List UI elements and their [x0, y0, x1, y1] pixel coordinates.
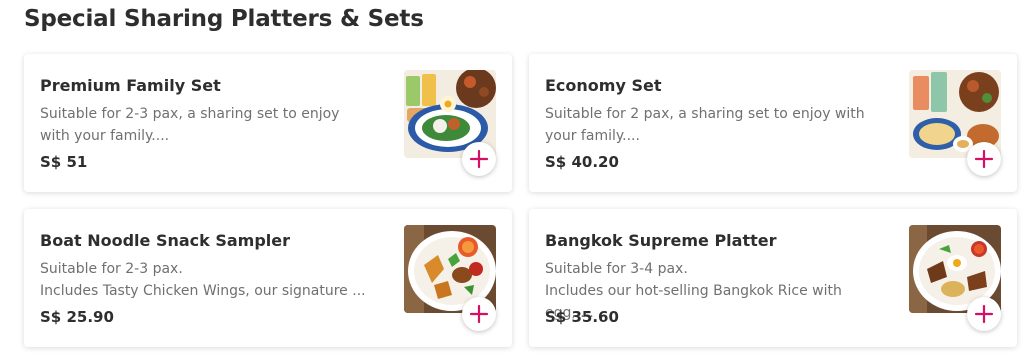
add-to-cart-button[interactable] [462, 297, 496, 331]
menu-item-name: Premium Family Set [40, 76, 221, 95]
plus-icon [974, 304, 994, 324]
plus-icon [974, 149, 994, 169]
menu-item-name: Bangkok Supreme Platter [545, 231, 777, 250]
section-title: Special Sharing Platters & Sets [24, 6, 424, 32]
add-to-cart-button[interactable] [967, 297, 1001, 331]
menu-item-card[interactable]: Bangkok Supreme Platter Suitable for 3-4… [529, 209, 1017, 347]
add-to-cart-button[interactable] [462, 142, 496, 176]
menu-item-name: Economy Set [545, 76, 662, 95]
menu-item-price: S$ 35.60 [545, 308, 619, 326]
menu-item-card[interactable]: Premium Family Set Suitable for 2-3 pax,… [24, 54, 512, 192]
plus-icon [469, 304, 489, 324]
add-to-cart-button[interactable] [967, 142, 1001, 176]
menu-item-price: S$ 40.20 [545, 153, 619, 171]
menu-item-grid: Premium Family Set Suitable for 2-3 pax,… [24, 54, 1017, 347]
menu-item-description: Suitable for 2-3 pax. Includes Tasty Chi… [40, 261, 366, 299]
menu-item-name: Boat Noodle Snack Sampler [40, 231, 291, 250]
plus-icon [469, 149, 489, 169]
menu-item-card[interactable]: Boat Noodle Snack Sampler Suitable for 2… [24, 209, 512, 347]
menu-item-card[interactable]: Economy Set Suitable for 2 pax, a sharin… [529, 54, 1017, 192]
menu-item-description: Suitable for 2 pax, a sharing set to enj… [545, 106, 865, 144]
menu-item-price: S$ 51 [40, 153, 88, 171]
menu-item-price: S$ 25.90 [40, 308, 114, 326]
menu-item-description: Suitable for 2-3 pax, a sharing set to e… [40, 106, 340, 144]
